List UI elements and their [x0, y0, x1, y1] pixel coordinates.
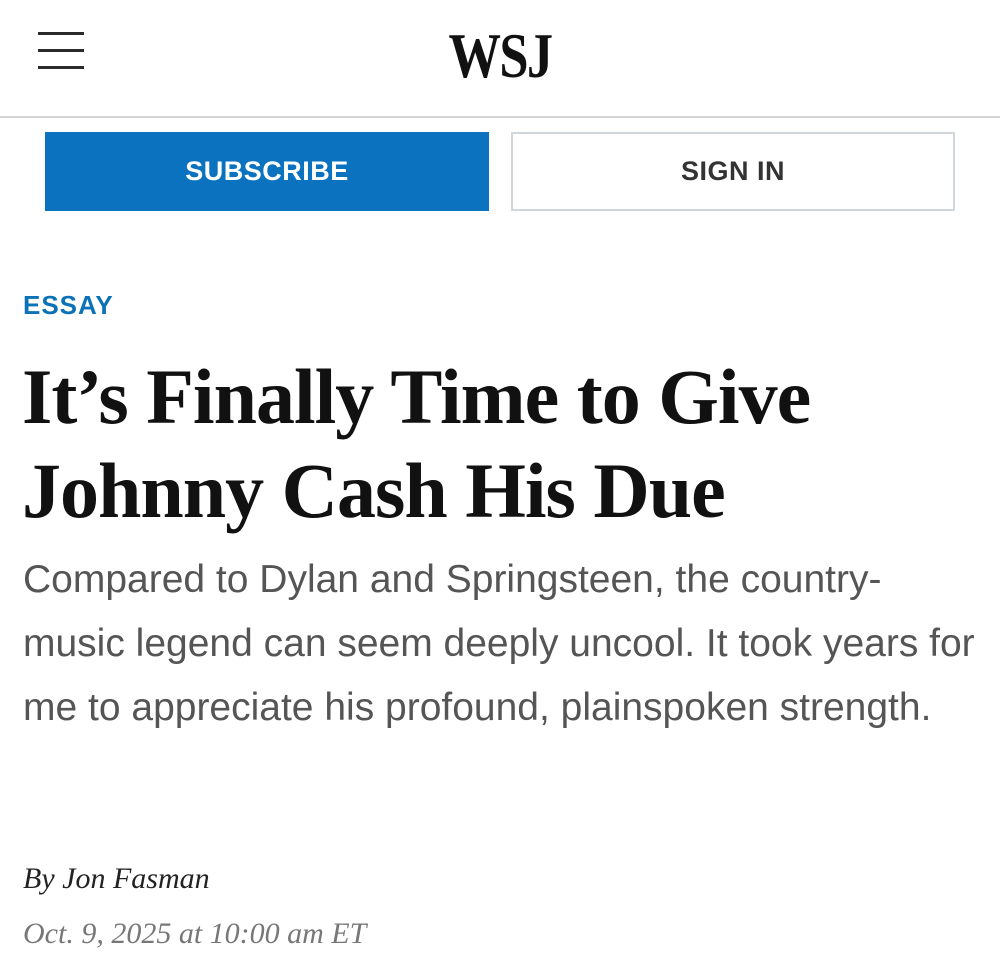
article-summary: Compared to Dylan and Springsteen, the c… — [23, 558, 975, 729]
hamburger-menu-icon[interactable] — [36, 28, 86, 74]
publish-timestamp: Oct. 9, 2025 at 10:00 am ET — [23, 917, 367, 950]
menu-line — [38, 49, 84, 52]
author-name[interactable]: Jon Fasman — [62, 862, 209, 895]
subscribe-button[interactable]: SUBSCRIBE — [45, 132, 489, 211]
article-headline: It’s Finally Time to Give Johnny Cash Hi… — [22, 353, 811, 534]
wsj-logo[interactable]: WSJ — [90, 16, 910, 96]
byline-prefix: By — [23, 862, 55, 895]
top-navigation-bar: WSJ — [0, 0, 1000, 118]
article-section-label[interactable]: ESSAY — [23, 290, 114, 321]
menu-line — [38, 32, 84, 35]
menu-line — [38, 66, 84, 69]
sign-in-button[interactable]: SIGN IN — [511, 132, 955, 211]
byline: By Jon Fasman — [23, 862, 210, 896]
